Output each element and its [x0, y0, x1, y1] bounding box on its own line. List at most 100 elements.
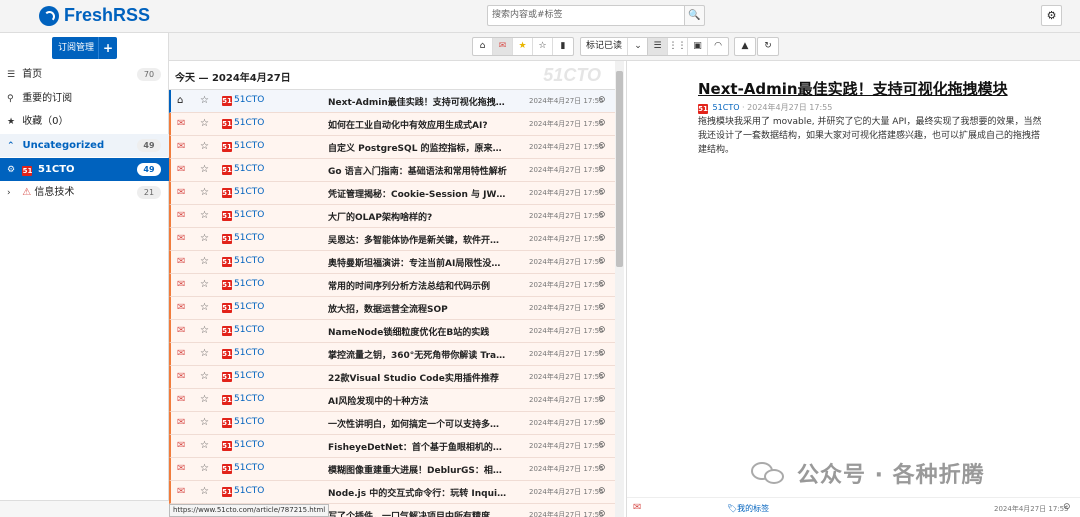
external-link-icon[interactable]: ⊙: [598, 463, 606, 473]
article-row[interactable]: ⌂ ☆ 51 51CTO Next-Admin最佳实践！支持可视化拖拽模块 2024年4月…: [169, 90, 615, 113]
mail-icon[interactable]: ✉: [177, 486, 185, 497]
mail-icon[interactable]: ✉: [177, 417, 185, 428]
row-feed-name[interactable]: 5151CTO: [222, 187, 264, 198]
row-title[interactable]: 写了个插件，一口气解决项目中所有精度丢失问题: [328, 509, 508, 517]
filter-all-button[interactable]: ⌂: [473, 38, 493, 55]
article-row[interactable]: ✉ ☆ 51 51CTO 放大招，数据运营全流程SOP 2024年4月27日 17:55 ⊙: [169, 297, 615, 320]
external-link-icon[interactable]: ⊙: [598, 348, 606, 358]
row-title[interactable]: AI风险发现中的十种方法: [328, 394, 508, 407]
sidebar-category-it[interactable]: › ⚠ 信息技术 21: [0, 181, 169, 204]
star-outline-icon[interactable]: ☆: [200, 187, 209, 198]
article-row[interactable]: ✉ ☆ 51 51CTO 吴恩达：多智能体协作是新关键，软件开发等任... 2024年4月…: [169, 228, 615, 251]
row-title[interactable]: Go 语言入门指南：基础语法和常用特性解析: [328, 164, 508, 177]
mail-icon[interactable]: ✉: [633, 502, 641, 513]
row-title[interactable]: 模糊图像重建重大进展！DeblurGS：相机位姿...: [328, 463, 508, 476]
row-feed-name[interactable]: 5151CTO: [222, 463, 264, 474]
row-feed-name[interactable]: 5151CTO: [222, 279, 264, 290]
star-outline-icon[interactable]: ☆: [200, 279, 209, 290]
row-title[interactable]: 掌控流量之钥，360°无死角带你解读 Traefik Pr...: [328, 348, 508, 361]
row-title[interactable]: 常用的时间序列分析方法总结和代码示例: [328, 279, 508, 292]
star-outline-icon[interactable]: ☆: [200, 118, 209, 129]
article-row[interactable]: ✉ ☆ 5151CTO 模糊图像重建重大进展！DeblurGS：相机位姿... 2024…: [169, 458, 615, 481]
app-logo[interactable]: FreshRSS: [39, 5, 150, 26]
scrollbar-thumb[interactable]: [616, 71, 623, 267]
row-title[interactable]: 大厂的OLAP架构啥样的?: [328, 210, 508, 223]
rss-feed-button[interactable]: ◠: [708, 38, 728, 55]
row-title[interactable]: 放大招，数据运营全流程SOP: [328, 302, 508, 315]
row-title[interactable]: 如何在工业自动化中有效应用生成式AI?: [328, 118, 508, 131]
filter-unstarred-button[interactable]: ☆: [533, 38, 553, 55]
row-feed-name[interactable]: 5151CTO: [222, 210, 264, 221]
external-link-icon[interactable]: ⊙: [1063, 502, 1071, 512]
external-link-icon[interactable]: ⊙: [598, 210, 606, 220]
mail-icon[interactable]: ✉: [177, 348, 185, 359]
row-feed-name[interactable]: 5151CTO: [222, 302, 264, 313]
search-input[interactable]: 搜索内容或#标签: [487, 5, 685, 26]
mail-icon[interactable]: ✉: [177, 440, 185, 451]
row-title[interactable]: 奥特曼斯坦福演讲：专注当前AI局限性没用，G...: [328, 256, 508, 269]
row-feed-name[interactable]: 5151CTO: [222, 348, 264, 359]
external-link-icon[interactable]: ⊙: [598, 141, 606, 151]
list-scrollbar[interactable]: [615, 61, 624, 517]
row-title[interactable]: 凭证管理揭秘：Cookie-Session 与 JWT 方案的...: [328, 187, 508, 200]
sidebar-feed-51cto[interactable]: ⚙ 51 51CTO 49: [0, 158, 169, 181]
article-row[interactable]: ✉ ☆ 51 51CTO NameNode锁细粒度优化在B站的实践 2024年4月27日 …: [169, 320, 615, 343]
mail-icon[interactable]: ✉: [177, 118, 185, 129]
star-outline-icon[interactable]: ☆: [200, 302, 209, 313]
mail-icon[interactable]: ✉: [177, 141, 185, 152]
article-title[interactable]: Next-Admin最佳实践！支持可视化拖拽模块: [698, 78, 1008, 99]
external-link-icon[interactable]: ⊙: [598, 325, 606, 335]
row-title[interactable]: 吴恩达：多智能体协作是新关键，软件开发等任...: [328, 233, 508, 246]
row-title[interactable]: NameNode锁细粒度优化在B站的实践: [328, 325, 508, 338]
row-feed-name[interactable]: 5151CTO: [222, 417, 264, 428]
mail-icon[interactable]: ✉: [177, 371, 185, 382]
article-row[interactable]: ✉ ☆ 51 51CTO 常用的时间序列分析方法总结和代码示例 2024年4月27日 17…: [169, 274, 615, 297]
row-title[interactable]: 22款Visual Studio Code实用插件推荐: [328, 371, 508, 384]
row-title[interactable]: Next-Admin最佳实践！支持可视化拖拽模块: [328, 95, 508, 108]
mail-icon[interactable]: ✉: [177, 394, 185, 405]
sidebar-category-uncategorized[interactable]: ⌃ Uncategorized 49: [0, 134, 169, 157]
star-outline-icon[interactable]: ☆: [200, 371, 209, 382]
row-feed-name[interactable]: 5151CTO: [222, 233, 264, 244]
row-feed-name[interactable]: 5151CTO: [222, 95, 264, 106]
mail-icon[interactable]: ✉: [177, 279, 185, 290]
view-grid-button[interactable]: ⋮⋮: [668, 38, 688, 55]
row-feed-name[interactable]: 5151CTO: [222, 325, 264, 336]
mail-icon[interactable]: ✉: [177, 325, 185, 336]
external-link-icon[interactable]: ⊙: [598, 302, 606, 312]
filter-starred-button[interactable]: ★: [513, 38, 533, 55]
article-row[interactable]: ✉ ☆ 51 51CTO 22款Visual Studio Code实用插件推荐 2024…: [169, 366, 615, 389]
row-title[interactable]: 一次性讲明白，如何搞定一个可以支持多芯混合...: [328, 417, 508, 430]
mail-icon[interactable]: ✉: [177, 463, 185, 474]
read-icon[interactable]: ⌂: [177, 95, 183, 106]
row-title[interactable]: 自定义 PostgreSQL 的监控指标，原来可以这么...: [328, 141, 508, 154]
star-outline-icon[interactable]: ☆: [200, 164, 209, 175]
external-link-icon[interactable]: ⊙: [598, 164, 606, 174]
article-row[interactable]: ✉ ☆ 5151CTO 自定义 PostgreSQL 的监控指标，原来可以这么... 2…: [169, 136, 615, 159]
external-link-icon[interactable]: ⊙: [598, 118, 606, 128]
refresh-button[interactable]: ↻: [758, 38, 778, 55]
article-row[interactable]: ✉ ☆ 5151CTO 掌控流量之钥，360°无死角带你解读 Traefik Pr..…: [169, 343, 615, 366]
star-outline-icon[interactable]: ☆: [200, 210, 209, 221]
external-link-icon[interactable]: ⊙: [598, 95, 606, 105]
row-feed-name[interactable]: 5151CTO: [222, 141, 264, 152]
row-title[interactable]: Node.js 中的交互式命令行：玩转 Inquirer.js: [328, 486, 508, 499]
star-outline-icon[interactable]: ☆: [200, 348, 209, 359]
article-row[interactable]: ✉ ☆ 51 51CTO Node.js 中的交互式命令行：玩转 Inquirer.js…: [169, 481, 615, 504]
mail-icon[interactable]: ✉: [177, 210, 185, 221]
sidebar-item-important[interactable]: ⚲ 重要的订阅: [0, 87, 169, 110]
external-link-icon[interactable]: ⊙: [598, 256, 606, 266]
view-normal-button[interactable]: ☰: [648, 38, 668, 55]
star-outline-icon[interactable]: ☆: [200, 394, 209, 405]
add-subscription-button[interactable]: +: [98, 37, 117, 59]
mark-read-dropdown[interactable]: ⌄: [628, 38, 648, 55]
external-link-icon[interactable]: ⊙: [598, 417, 606, 427]
article-row[interactable]: ✉ ☆ 51 51CTO Go 语言入门指南：基础语法和常用特性解析 2024年4月27日…: [169, 159, 615, 182]
sidebar-item-home[interactable]: ☰ 首页 70: [0, 63, 169, 86]
external-link-icon[interactable]: ⊙: [598, 394, 606, 404]
external-link-icon[interactable]: ⊙: [598, 486, 606, 496]
filter-bookmark-button[interactable]: ▮: [553, 38, 573, 55]
mail-icon[interactable]: ✉: [177, 164, 185, 175]
mail-icon[interactable]: ✉: [177, 302, 185, 313]
mail-icon[interactable]: ✉: [177, 233, 185, 244]
